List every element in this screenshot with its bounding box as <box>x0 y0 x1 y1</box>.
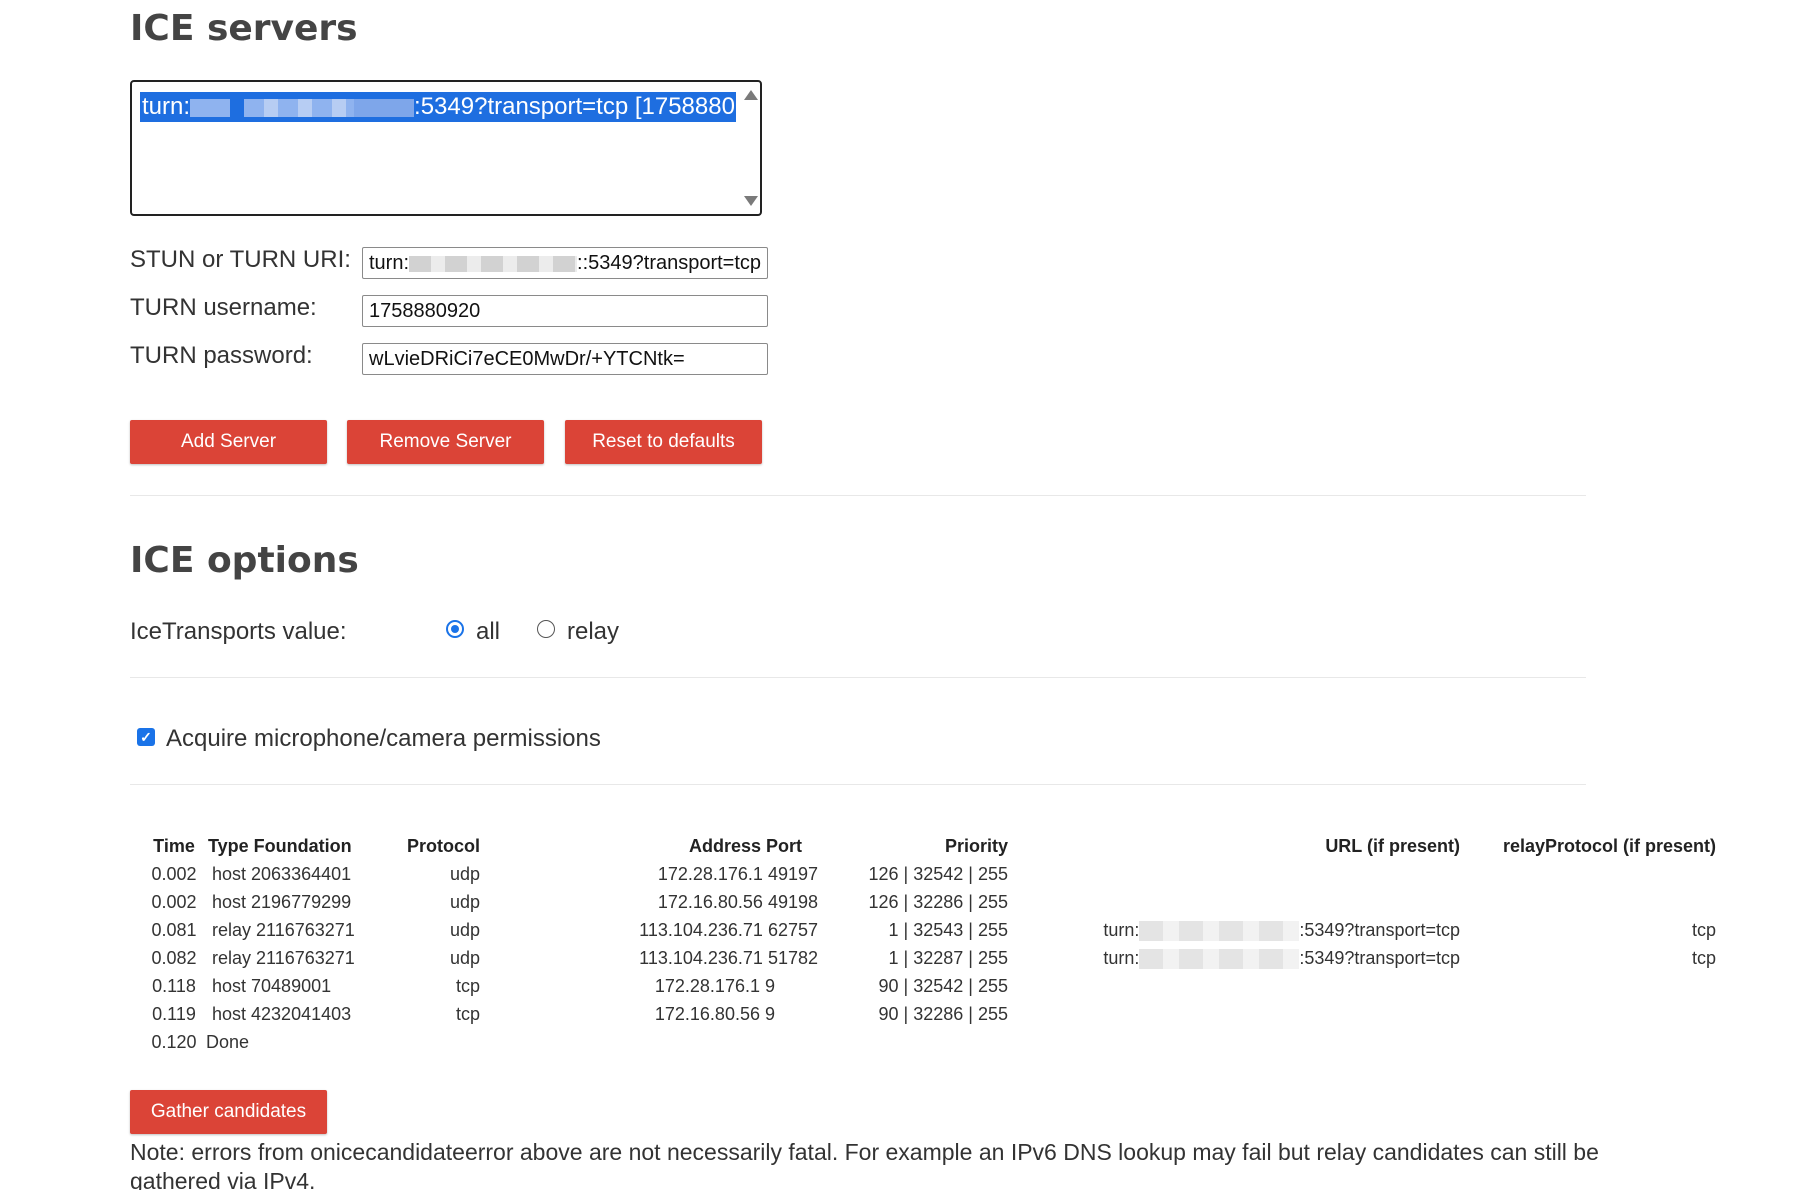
turn-password-input[interactable]: wLvieDRiCi7eCE0MwDr/+YTCNtk= <box>362 343 768 375</box>
cell-time: 0.118 <box>152 976 196 996</box>
redacted-blur <box>1139 949 1300 970</box>
url-suffix: :5349?transport=tcp <box>1299 920 1460 940</box>
stun-uri-prefix: turn: <box>369 252 410 274</box>
cell-time: 0.002 <box>151 892 197 912</box>
server-option-prefix: turn: <box>142 93 191 120</box>
cell-protocol: udp <box>449 864 480 884</box>
server-list-option[interactable]: turn: :5349?transport=tcp [17588809 <box>140 92 736 122</box>
ice-server-list[interactable]: turn: :5349?transport=tcp [17588809 <box>130 80 762 216</box>
gather-candidates-button[interactable]: Gather candidates <box>130 1090 327 1134</box>
cell-protocol: tcp <box>455 976 480 996</box>
table-row: 0.081 relay 2116763271 udp 113.104.236.7… <box>130 916 1716 944</box>
stun-uri-label: STUN or TURN URI: <box>130 246 351 273</box>
transport-all-radio[interactable] <box>446 620 464 638</box>
permissions-label[interactable]: Acquire microphone/camera permissions <box>166 725 601 753</box>
cell-address: 172.16.80.56 49198 <box>657 892 818 912</box>
cell-protocol: tcp <box>455 1004 480 1024</box>
cell-priority: 90 | 32286 | 255 <box>878 1004 1008 1024</box>
done-label: Done <box>206 1032 250 1052</box>
remove-server-button[interactable]: Remove Server <box>347 420 544 464</box>
turn-username-input[interactable]: 1758880920 <box>362 295 768 327</box>
header-priority: Priority <box>944 836 1008 856</box>
cell-type: host 2063364401 <box>212 864 352 884</box>
redacted-blur <box>244 98 355 117</box>
scroll-down-arrow-icon[interactable] <box>744 196 758 206</box>
url-prefix: turn: <box>1103 948 1140 968</box>
cell-url: turn: :5349?transport=tcp <box>1060 916 1460 944</box>
server-option-suffix: :5349?transport=tcp [17588809 <box>414 93 736 120</box>
cell-time: 0.119 <box>152 1004 196 1024</box>
page: ICE servers turn: :5349?transport=tcp [17… <box>0 0 1807 1190</box>
redacted-blur <box>409 255 578 272</box>
cell-address: 172.28.176.1 9 <box>654 976 775 996</box>
url-suffix: :5349?transport=tcp <box>1299 948 1460 968</box>
header-type-foundation: Type Foundation <box>208 836 352 856</box>
cell-relay-protocol: tcp <box>1691 948 1716 968</box>
reset-defaults-button[interactable]: Reset to defaults <box>565 420 762 464</box>
candidates-table: Time Type Foundation Protocol Address Po… <box>130 832 1716 1056</box>
transport-relay-radio[interactable] <box>537 620 555 638</box>
cell-address: 113.104.236.71 62757 <box>639 920 818 940</box>
list-scrollbar[interactable] <box>742 84 758 212</box>
cell-url: turn: :5349?transport=tcp <box>1060 944 1460 972</box>
turn-password-label: TURN password: <box>130 342 313 369</box>
stun-uri-suffix: ::5349?transport=tcp <box>577 252 762 274</box>
note-text: Note: errors from onicecandidateerror ab… <box>130 1139 1599 1190</box>
cell-relay-protocol: tcp <box>1691 920 1716 940</box>
header-relay-protocol: relayProtocol (if present) <box>1502 836 1716 856</box>
divider <box>130 495 1586 496</box>
table-row: 0.002 host 2196779299 udp 172.16.80.56 4… <box>130 888 1586 916</box>
url-prefix: turn: <box>1103 920 1140 940</box>
table-row: 0.082 relay 2116763271 udp 113.104.236.7… <box>130 944 1716 972</box>
cell-time: 0.120 <box>151 1032 197 1052</box>
cell-priority: 126 | 32286 | 255 <box>868 892 1008 912</box>
ice-transports-label: IceTransports value: <box>130 618 347 645</box>
cell-address: 113.104.236.71 51782 <box>639 948 818 968</box>
cell-type: host 2196779299 <box>212 892 352 912</box>
transport-relay-label[interactable]: relay <box>567 618 619 646</box>
ice-servers-title: ICE servers <box>130 8 358 49</box>
table-row-done: 0.120 Done <box>130 1028 1586 1056</box>
cell-type: relay 2116763271 <box>212 948 355 968</box>
cell-address: 172.28.176.1 49197 <box>657 864 818 884</box>
divider <box>130 677 1586 678</box>
cell-address: 172.16.80.56 9 <box>654 1004 775 1024</box>
header-protocol: Protocol <box>406 836 480 856</box>
cell-priority: 126 | 32542 | 255 <box>868 864 1008 884</box>
cell-time: 0.082 <box>151 948 197 968</box>
permissions-checkbox[interactable]: ✓ <box>137 728 155 746</box>
add-server-button[interactable]: Add Server <box>130 420 327 464</box>
header-time: Time <box>153 836 195 856</box>
table-row: 0.002 host 2063364401 udp 172.28.176.1 4… <box>130 860 1586 888</box>
cell-priority: 1 | 32543 | 255 <box>888 920 1008 940</box>
cell-time: 0.002 <box>151 864 197 884</box>
cell-time: 0.081 <box>151 920 197 940</box>
cell-protocol: udp <box>449 948 480 968</box>
turn-username-label: TURN username: <box>130 294 317 321</box>
redacted-blur <box>190 98 231 117</box>
redacted-gap <box>230 99 244 117</box>
table-row: 0.118 host 70489001 tcp 172.28.176.1 9 9… <box>130 972 1586 1000</box>
cell-priority: 90 | 32542 | 255 <box>878 976 1008 996</box>
cell-type: relay 2116763271 <box>212 920 355 940</box>
cell-priority: 1 | 32287 | 255 <box>888 948 1008 968</box>
cell-type: host 70489001 <box>212 976 332 996</box>
cell-type: host 4232041403 <box>212 1004 352 1024</box>
divider <box>130 784 1586 785</box>
redacted-blur <box>1139 921 1300 942</box>
transport-all-label[interactable]: all <box>476 618 500 646</box>
cell-protocol: udp <box>449 892 480 912</box>
table-row: 0.119 host 4232041403 tcp 172.16.80.56 9… <box>130 1000 1586 1028</box>
table-header-row: Time Type Foundation Protocol Address Po… <box>130 832 1716 860</box>
header-url: URL (if present) <box>1325 836 1460 856</box>
redacted-blur <box>354 98 415 117</box>
cell-protocol: udp <box>449 920 480 940</box>
stun-uri-input[interactable]: turn:::5349?transport=tcp <box>362 247 768 279</box>
header-address-port: Address Port <box>688 836 802 856</box>
scroll-up-arrow-icon[interactable] <box>744 90 758 100</box>
ice-options-title: ICE options <box>130 540 359 581</box>
